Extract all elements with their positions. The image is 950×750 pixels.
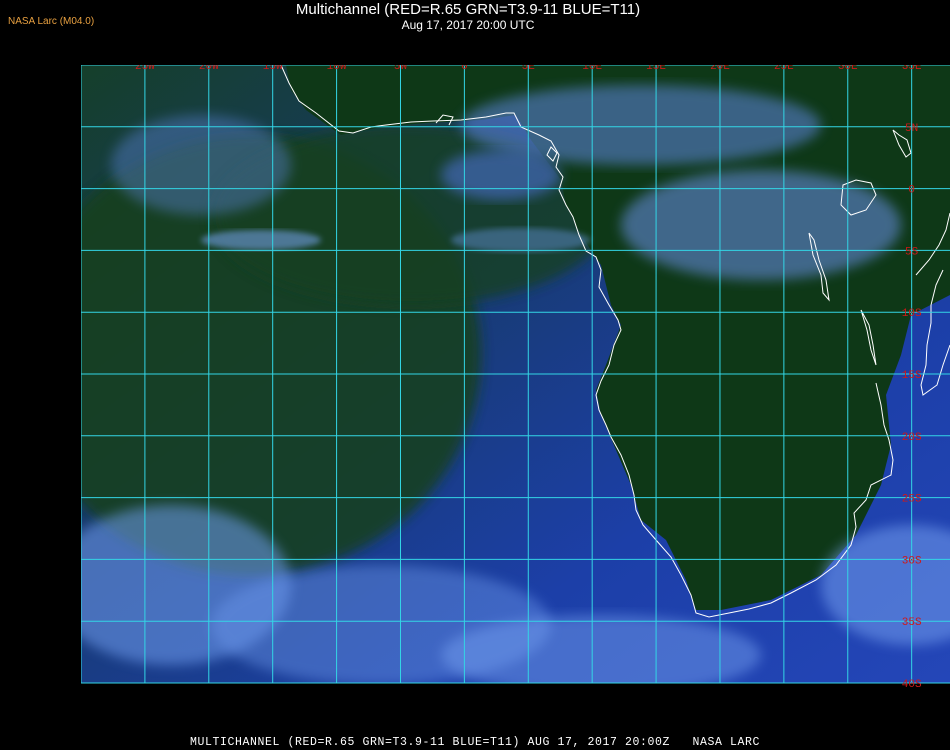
image-timestamp: Aug 17, 2017 20:00 UTC bbox=[401, 18, 535, 32]
meridian-label: 25W bbox=[135, 65, 155, 73]
meridian-label: 25E bbox=[774, 65, 794, 73]
meridian-label: 35E bbox=[902, 65, 922, 73]
meridian-label: 5W bbox=[394, 65, 408, 73]
meridian-label: 15E bbox=[646, 65, 666, 73]
meridian-label: 15W bbox=[263, 65, 283, 73]
parallel-label: 25S bbox=[902, 494, 922, 506]
meridian-label: 20E bbox=[710, 65, 730, 73]
meridian-label: 0 bbox=[461, 65, 468, 73]
no-data-band bbox=[81, 683, 950, 727]
satellite-map[interactable]: 25W 20W 15W 10W 5W 0 5E 10E 15E 20E 25E 30E 35E 5N 0 5S… bbox=[21, 44, 950, 727]
meridian-label: 20W bbox=[199, 65, 219, 73]
meridian-label: 10E bbox=[582, 65, 602, 73]
meridian-label: 30E bbox=[838, 65, 858, 73]
meridian-label: 5E bbox=[522, 65, 536, 73]
meridian-label: 10W bbox=[327, 65, 347, 73]
parallel-label: 10S bbox=[902, 308, 922, 320]
parallel-label: 20S bbox=[902, 432, 922, 444]
cloud-streak bbox=[201, 230, 321, 250]
parallel-label: 30S bbox=[902, 555, 922, 567]
cloud-band-equatorial bbox=[621, 170, 901, 280]
parallel-label: 15S bbox=[902, 370, 922, 382]
parallel-label: 5S bbox=[905, 246, 919, 258]
image-title: Multichannel (RED=R.65 GRN=T3.9-11 BLUE=… bbox=[295, 1, 641, 18]
cloud-north-atlantic bbox=[111, 115, 291, 215]
parallel-label: 35S bbox=[902, 617, 922, 629]
cloud-gulf-guinea bbox=[441, 150, 561, 200]
satellite-image-frame: 25W 20W 15W 10W 5W 0 5E 10E 15E 20E 25E 30E 35E 5N 0 5S… bbox=[21, 44, 950, 727]
parallel-label: 0 bbox=[908, 185, 915, 197]
cloud-streak-2 bbox=[451, 228, 591, 252]
parallel-label: 40S bbox=[902, 679, 922, 691]
footer-caption: MULTICHANNEL (RED=R.65 GRN=T3.9-11 BLUE=… bbox=[189, 736, 761, 749]
parallel-label: 5N bbox=[905, 123, 918, 135]
